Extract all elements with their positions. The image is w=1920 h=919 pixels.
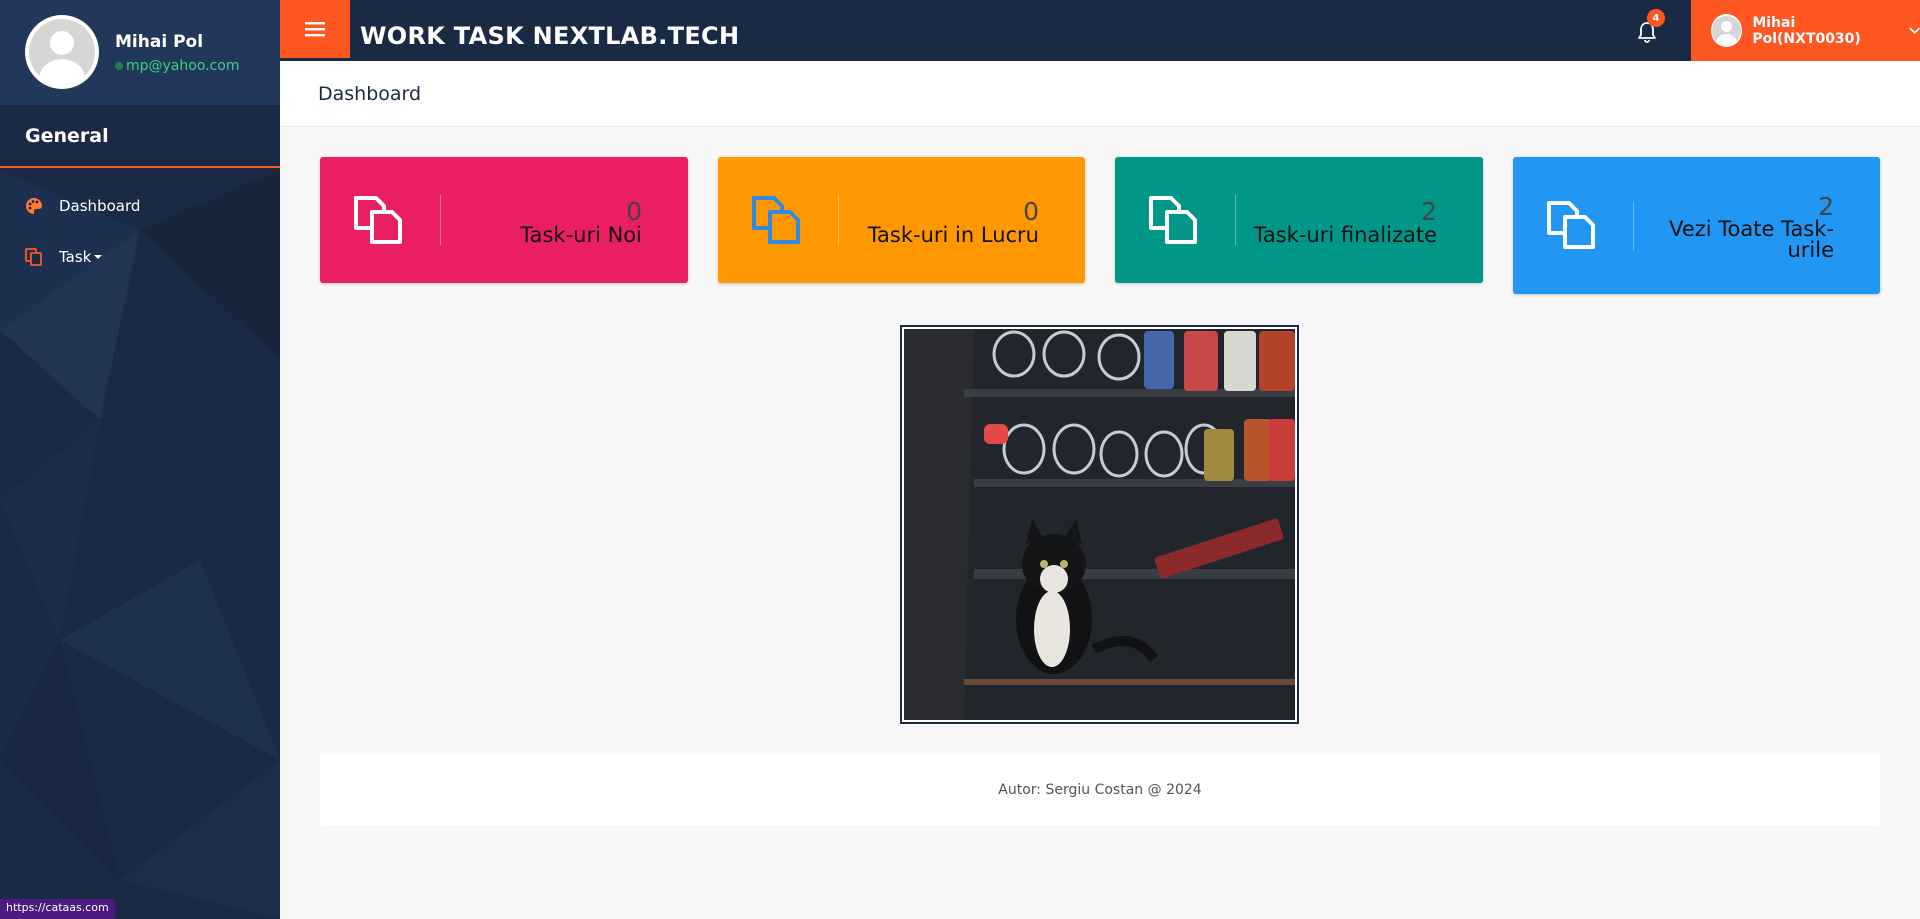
copy-icon [1149,196,1197,244]
copy-icon [752,196,800,244]
card-finished-tasks[interactable]: 2 Task-uri finalizate [1115,157,1483,283]
card-all-tasks[interactable]: 2 Vezi Toate Task-urile [1513,157,1880,294]
avatar [25,15,99,89]
card-divider [1633,201,1634,251]
copy-icon [1547,201,1595,249]
sidebar: Mihai Pol mp@yahoo.com General Dashboard… [0,0,280,919]
footer: Autor: Sergiu Costan @ 2024 [320,754,1880,825]
card-divider [1235,195,1236,245]
cat-image [904,329,1295,720]
page-header: Dashboard [280,61,1920,127]
status-bar-url: https://cataas.com [0,899,115,919]
card-new-tasks[interactable]: 0 Task-uri Noi [320,157,688,283]
footer-text: Autor: Sergiu Costan @ 2024 [998,781,1202,798]
user-menu-button[interactable]: Mihai Pol(NXT0030) [1691,0,1920,61]
profile-panel: Mihai Pol mp@yahoo.com [0,0,280,105]
hamburger-icon [305,22,325,37]
sidebar-section-title: General [25,125,109,147]
sidebar-item-label: Task [59,248,92,266]
avatar [1711,14,1743,47]
profile-email-text: mp@yahoo.com [126,58,240,74]
card-label: Task-uri in Lucru [867,223,1039,247]
copy-icon [354,196,402,244]
profile-name: Mihai Pol [115,32,204,52]
cat-image-frame [900,325,1299,724]
profile-email: mp@yahoo.com [115,58,240,74]
card-in-progress-tasks[interactable]: 0 Task-uri in Lucru [718,157,1085,283]
card-value: 0 [626,197,642,226]
card-value: 0 [1023,197,1039,226]
app-title[interactable]: WORK TASK NEXTLAB.TECH [360,22,739,50]
copy-icon [25,248,42,266]
menu-toggle-button[interactable] [280,0,350,58]
card-value: 2 [1421,197,1437,226]
sidebar-item-task[interactable]: Task [24,247,103,267]
sidebar-item-label: Dashboard [59,197,141,215]
card-label: Vezi Toate Task-urile [1669,217,1834,262]
card-label: Task-uri finalizate [1253,223,1437,247]
cat-in-vending-machine-picture [904,329,1295,720]
section-divider [0,166,280,168]
top-navbar: WORK TASK NEXTLAB.TECH 4 Mihai Pol(NXT00… [280,0,1920,61]
online-status-dot [115,62,123,70]
notification-badge: 4 [1647,9,1665,27]
card-label: Task-uri Noi [520,223,642,247]
card-divider [838,195,839,245]
sidebar-item-dashboard[interactable]: Dashboard [24,196,140,216]
chevron-down-icon [1908,27,1920,34]
card-divider [440,195,441,245]
user-menu-label: Mihai Pol(NXT0030) [1752,14,1861,47]
page-title: Dashboard [318,83,422,105]
palette-icon [26,198,42,214]
caret-down-icon [94,255,103,259]
